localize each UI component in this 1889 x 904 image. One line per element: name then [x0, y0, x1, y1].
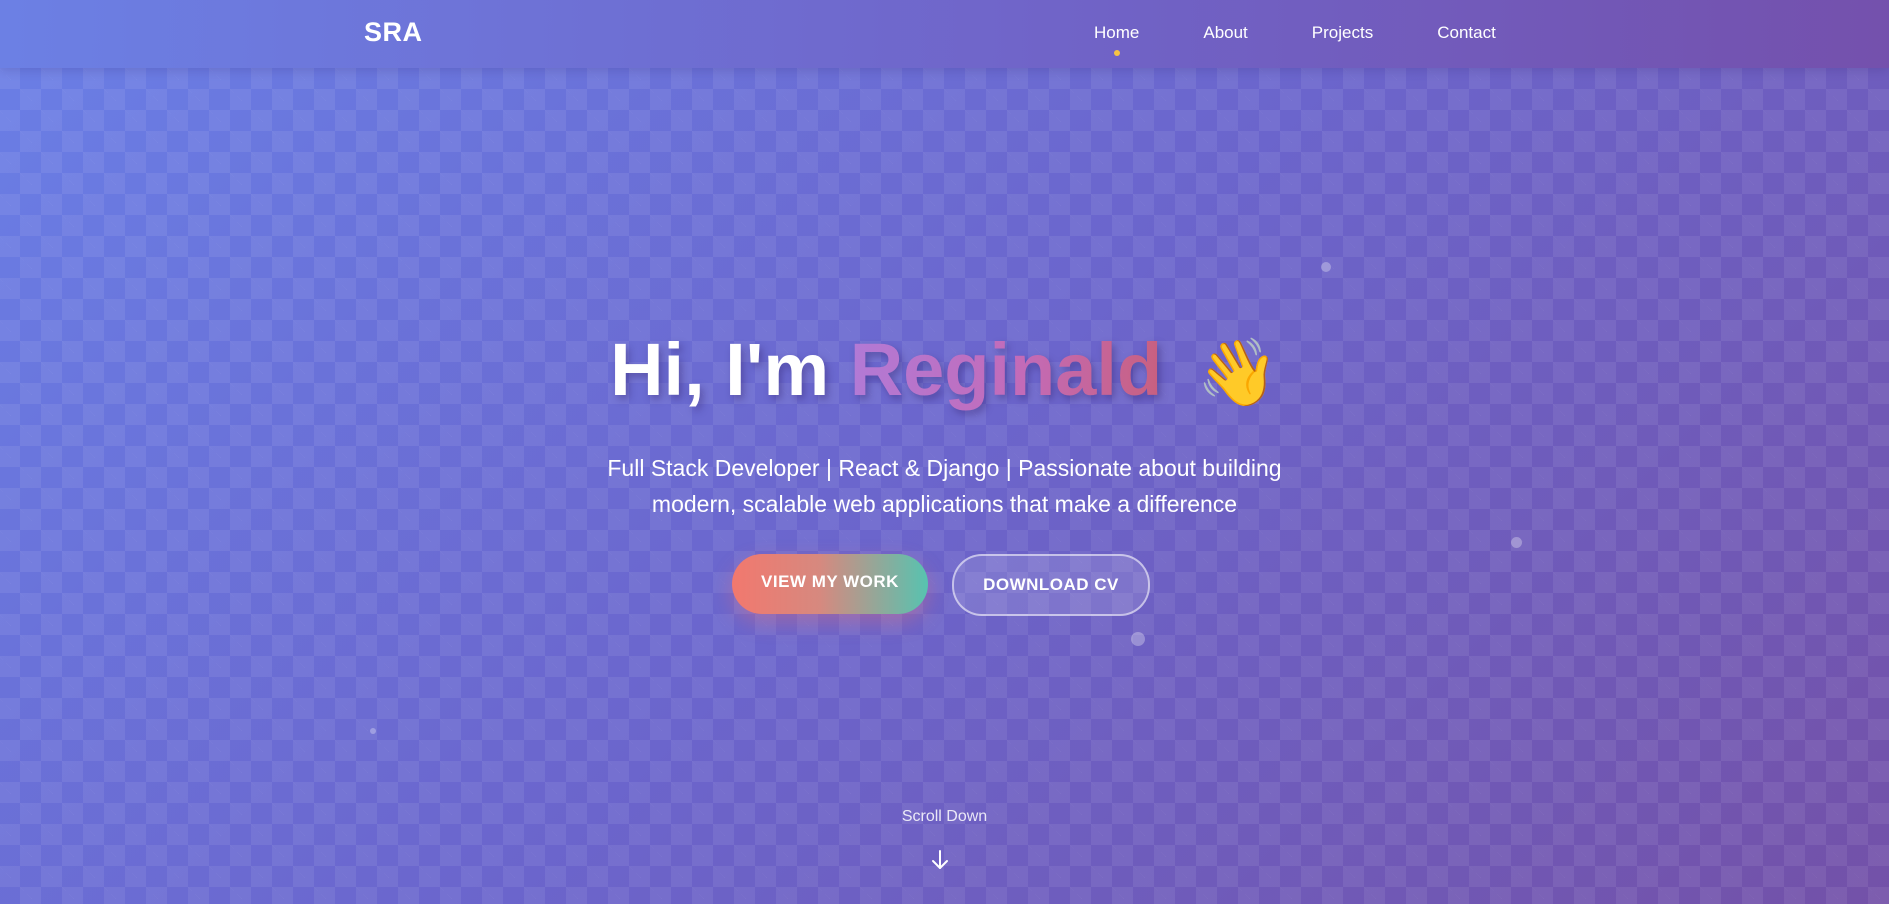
nav-item-home[interactable]: Home — [1094, 23, 1140, 56]
nav-item-label: Home — [1094, 23, 1140, 42]
nav-item-label: Projects — [1311, 23, 1374, 42]
hero-subtitle-line-1: Full Stack Developer | React & Django | … — [607, 455, 1282, 481]
view-my-work-button[interactable]: VIEW MY WORK — [732, 554, 928, 614]
active-indicator-dot — [1113, 50, 1120, 56]
hero-greeting: Hi, I'm — [610, 328, 830, 411]
nav-item-about[interactable]: About — [1203, 23, 1247, 43]
nav-item-projects[interactable]: Projects — [1312, 23, 1373, 43]
floating-particle — [1131, 632, 1145, 646]
floating-particle — [1321, 262, 1331, 272]
floating-particle — [370, 728, 376, 734]
nav-links: Home About Projects Contact — [1094, 23, 1496, 56]
navbar: SRA Home About Projects Contact — [0, 0, 1889, 68]
hero-title: Hi, I'm Reginald 👋 — [0, 328, 1889, 414]
waving-hand-icon: 👋 — [1196, 335, 1279, 409]
hero-name: Reginald — [849, 328, 1163, 411]
download-cv-button[interactable]: DOWNLOAD CV — [952, 554, 1150, 616]
hero-subtitle: Full Stack Developer | React & Django | … — [0, 450, 1889, 522]
nav-item-label: Contact — [1437, 23, 1496, 42]
floating-particle — [1511, 537, 1522, 548]
brand-logo[interactable]: SRA — [364, 17, 423, 48]
nav-item-contact[interactable]: Contact — [1437, 23, 1496, 43]
nav-item-label: About — [1203, 23, 1248, 42]
hero-subtitle-line-2: modern, scalable web applications that m… — [651, 491, 1238, 517]
scroll-down-label[interactable]: Scroll Down — [0, 808, 1889, 826]
arrow-down-icon[interactable] — [930, 848, 950, 872]
